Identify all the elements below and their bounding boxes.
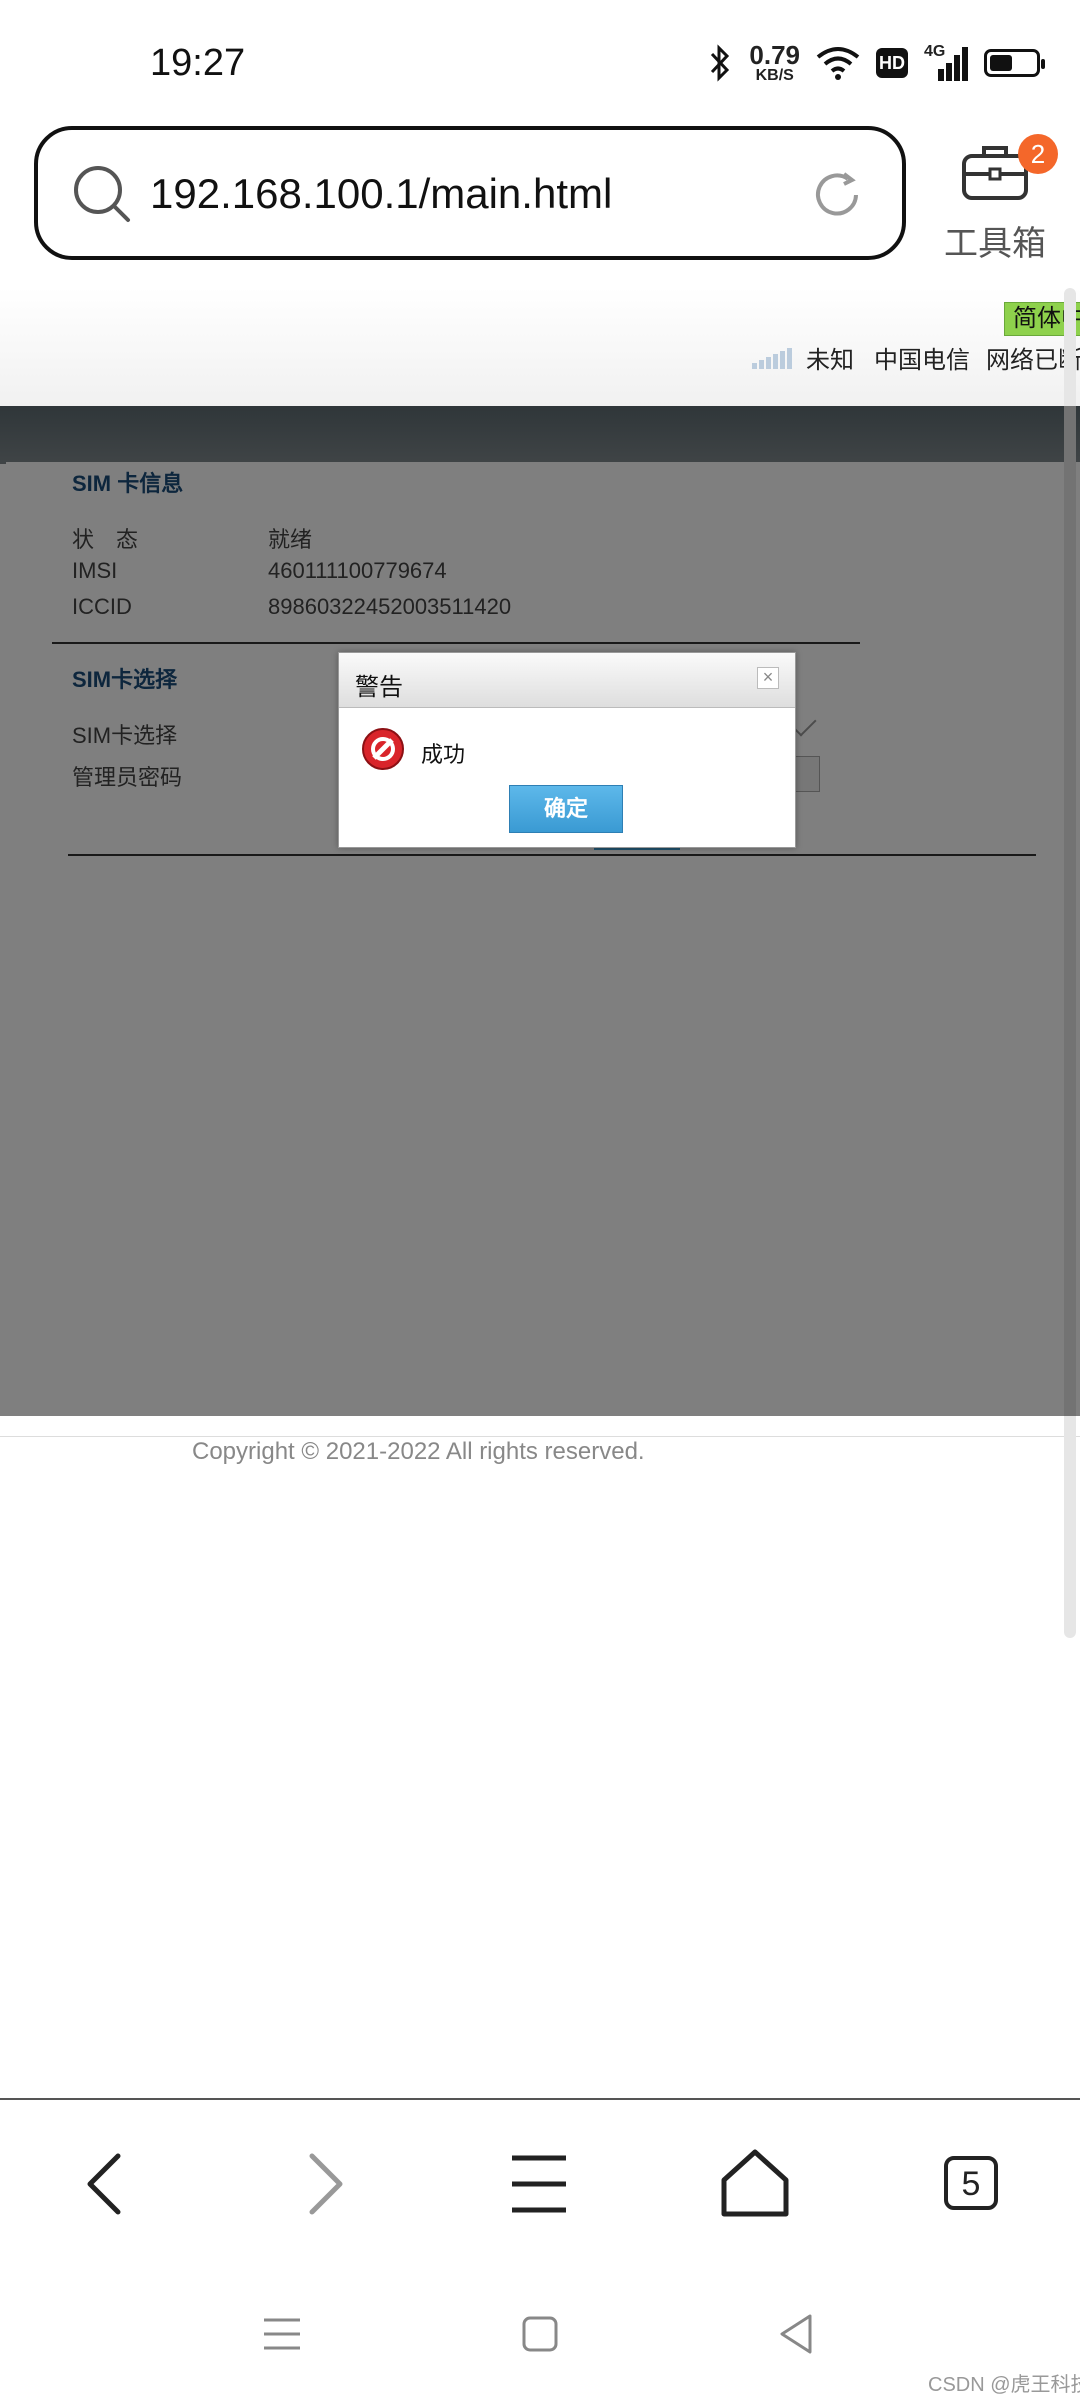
url-text[interactable]: 192.168.100.1/main.html xyxy=(150,170,612,218)
menu-icon xyxy=(512,2155,566,2213)
home-button[interactable] xyxy=(710,2146,800,2222)
refresh-icon[interactable] xyxy=(810,168,864,222)
forward-icon xyxy=(309,2153,343,2215)
hd-icon: HD xyxy=(876,48,908,78)
home-icon xyxy=(721,2149,789,2217)
battery-icon xyxy=(984,49,1045,77)
signal-status: 未知 中国电信 xyxy=(752,340,970,375)
forward-button[interactable] xyxy=(278,2146,368,2222)
back-icon xyxy=(87,2153,121,2215)
status-bar: 19:27 0.79 KB/S HD 4G xyxy=(0,0,1080,120)
dialog-title: 警告 xyxy=(355,674,403,701)
back-button[interactable] xyxy=(62,2146,152,2222)
status-icons: 0.79 KB/S HD 4G xyxy=(707,38,1045,88)
toolbox-button[interactable]: 2 工具箱 xyxy=(930,130,1060,263)
modal-overlay xyxy=(0,406,1080,1416)
error-icon xyxy=(362,728,404,770)
back-nav-icon[interactable] xyxy=(776,2312,816,2356)
ok-button[interactable]: 确定 xyxy=(509,785,623,833)
recent-apps-icon[interactable] xyxy=(262,2314,302,2354)
toolbox-badge: 2 xyxy=(1018,134,1058,174)
carrier-name: 中国电信 xyxy=(874,347,970,374)
status-time: 19:27 xyxy=(150,42,246,84)
close-icon[interactable]: × xyxy=(757,667,779,689)
signal-bars-icon xyxy=(752,347,792,369)
cellular-signal-icon: 4G xyxy=(924,43,968,81)
wifi-icon xyxy=(816,47,860,80)
tab-count: 5 xyxy=(944,2156,998,2210)
signal-text: 未知 xyxy=(806,347,854,374)
watermark: CSDN @虎王科技 xyxy=(928,2374,1080,2396)
dialog-message: 成功 xyxy=(421,742,466,767)
menu-button[interactable] xyxy=(494,2146,584,2222)
net-speed: 0.79 KB/S xyxy=(749,40,800,84)
dialog-titlebar: 警告 × xyxy=(339,653,795,708)
toolbox-label: 工具箱 xyxy=(944,225,1046,263)
bluetooth-icon xyxy=(711,44,730,82)
copyright-text: Copyright © 2021-2022 All rights reserve… xyxy=(192,1438,645,1465)
footer-divider xyxy=(0,1436,1080,1437)
tabs-button[interactable]: 5 xyxy=(926,2146,1016,2222)
address-bar[interactable]: 192.168.100.1/main.html xyxy=(34,126,906,260)
home-nav-icon[interactable] xyxy=(520,2314,560,2354)
search-icon xyxy=(74,166,130,222)
alert-dialog: 警告 × 成功 确定 xyxy=(338,652,796,848)
